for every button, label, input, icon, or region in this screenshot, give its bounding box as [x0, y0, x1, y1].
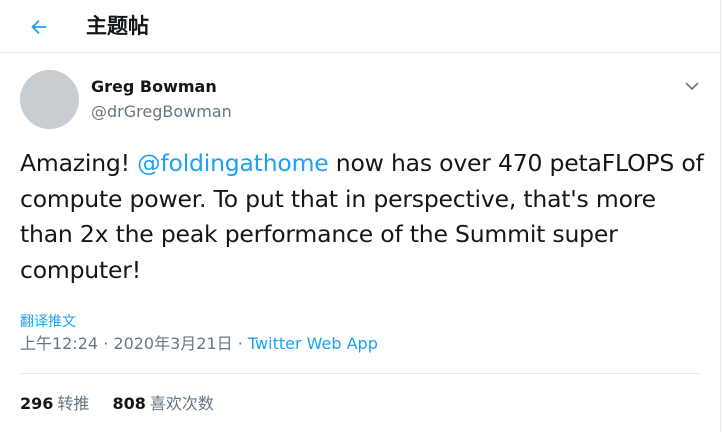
tweet-date[interactable]: 2020年3月21日 — [113, 334, 232, 353]
likes-count: 808 — [112, 394, 146, 413]
meta-separator: · — [98, 334, 114, 353]
tweet-time[interactable]: 上午12:24 — [20, 334, 98, 353]
retweets-count: 296 — [20, 394, 54, 413]
avatar[interactable] — [20, 70, 79, 129]
retweets-stat[interactable]: 296 转推 — [20, 393, 89, 415]
back-button[interactable] — [22, 10, 56, 44]
likes-label: 喜欢次数 — [149, 394, 214, 413]
mention-link[interactable]: @foldingathome — [137, 149, 329, 177]
tweet-text-before: Amazing! — [20, 149, 138, 177]
arrow-left-icon — [31, 19, 47, 35]
author-name[interactable]: Greg Bowman — [91, 77, 217, 97]
retweets-label: 转推 — [57, 394, 90, 413]
tweet-source-link[interactable]: Twitter Web App — [248, 334, 378, 353]
tweet-stats: 296 转推 808 喜欢次数 — [20, 393, 232, 415]
divider — [20, 373, 700, 374]
page-title: 主题帖 — [86, 14, 149, 38]
translate-tweet-link[interactable]: 翻译推文 — [20, 312, 76, 332]
more-options-button[interactable] — [681, 75, 703, 97]
chevron-down-icon — [685, 82, 699, 91]
author-handle[interactable]: @drGregBowman — [91, 102, 232, 122]
likes-stat[interactable]: 808 喜欢次数 — [113, 393, 214, 415]
tweet-meta: 上午12:24 · 2020年3月21日 · Twitter Web App — [20, 333, 378, 355]
meta-separator: · — [232, 334, 248, 353]
top-bar: 主题帖 — [0, 0, 721, 53]
tweet-text: Amazing! @foldingathome now has over 470… — [20, 146, 710, 288]
